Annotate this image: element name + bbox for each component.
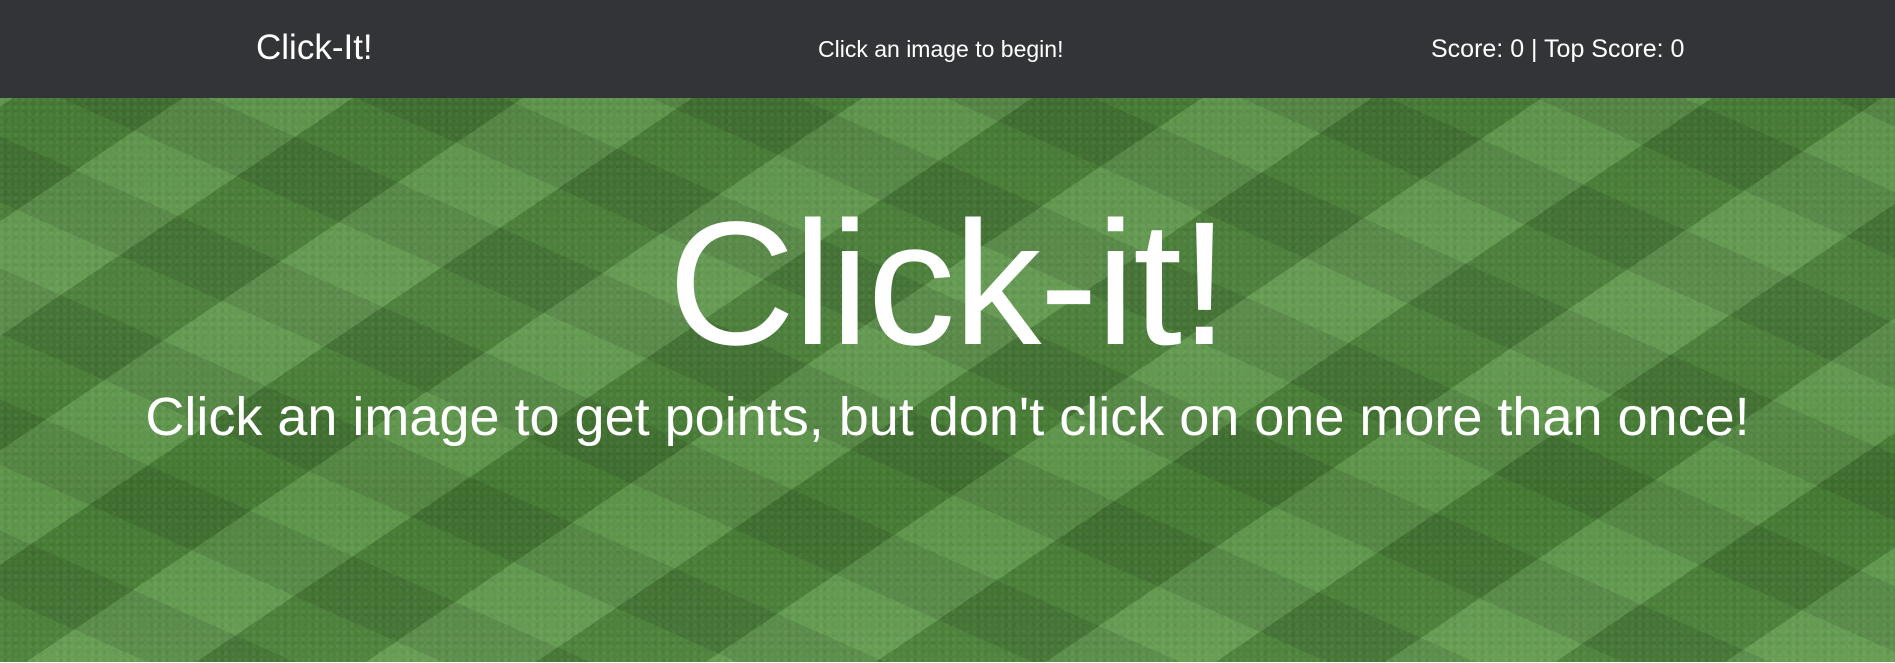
score-display: Score: 0 | Top Score: 0 xyxy=(1431,35,1685,63)
hero-title: Click-it! xyxy=(668,186,1229,382)
game-status-message: Click an image to begin! xyxy=(818,36,1064,62)
hero-subtitle: Click an image to get points, but don't … xyxy=(145,387,1750,447)
top-navbar: Click-It! Click an image to begin! Score… xyxy=(0,0,1895,98)
hero-banner: Click-it! Click an image to get points, … xyxy=(0,98,1895,662)
brand-logo-link[interactable]: Click-It! xyxy=(256,26,373,70)
